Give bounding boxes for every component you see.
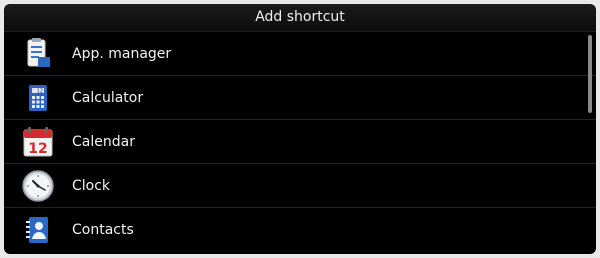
clock-icon (18, 166, 58, 206)
list-item-clock[interactable]: Clock (4, 164, 596, 208)
list-item-label: Calendar (72, 133, 135, 150)
list-item-label: Clock (72, 177, 111, 194)
scrollbar[interactable] (588, 35, 592, 113)
app-manager-icon (18, 34, 58, 74)
dialog-title: Add shortcut (4, 4, 596, 32)
contacts-icon (18, 210, 58, 250)
list-item-calculator[interactable]: 12 Calculator (4, 76, 596, 120)
list-item-label: Contacts (72, 221, 134, 238)
shortcut-list: App. manager 12 Calculator 12 Calendar C… (4, 32, 596, 251)
calculator-icon: 12 (18, 78, 58, 118)
list-item-label: Calculator (72, 89, 144, 106)
add-shortcut-dialog: Add shortcut App. manager 12 Calculator … (4, 4, 596, 254)
svg-text:12: 12 (37, 88, 43, 94)
list-item-calendar[interactable]: 12 Calendar (4, 120, 596, 164)
list-item-contacts[interactable]: Contacts (4, 208, 596, 251)
calendar-icon: 12 (18, 122, 58, 162)
calendar-icon-date: 12 (28, 141, 47, 157)
list-item-app-manager[interactable]: App. manager (4, 32, 596, 76)
list-item-label: App. manager (72, 45, 172, 62)
